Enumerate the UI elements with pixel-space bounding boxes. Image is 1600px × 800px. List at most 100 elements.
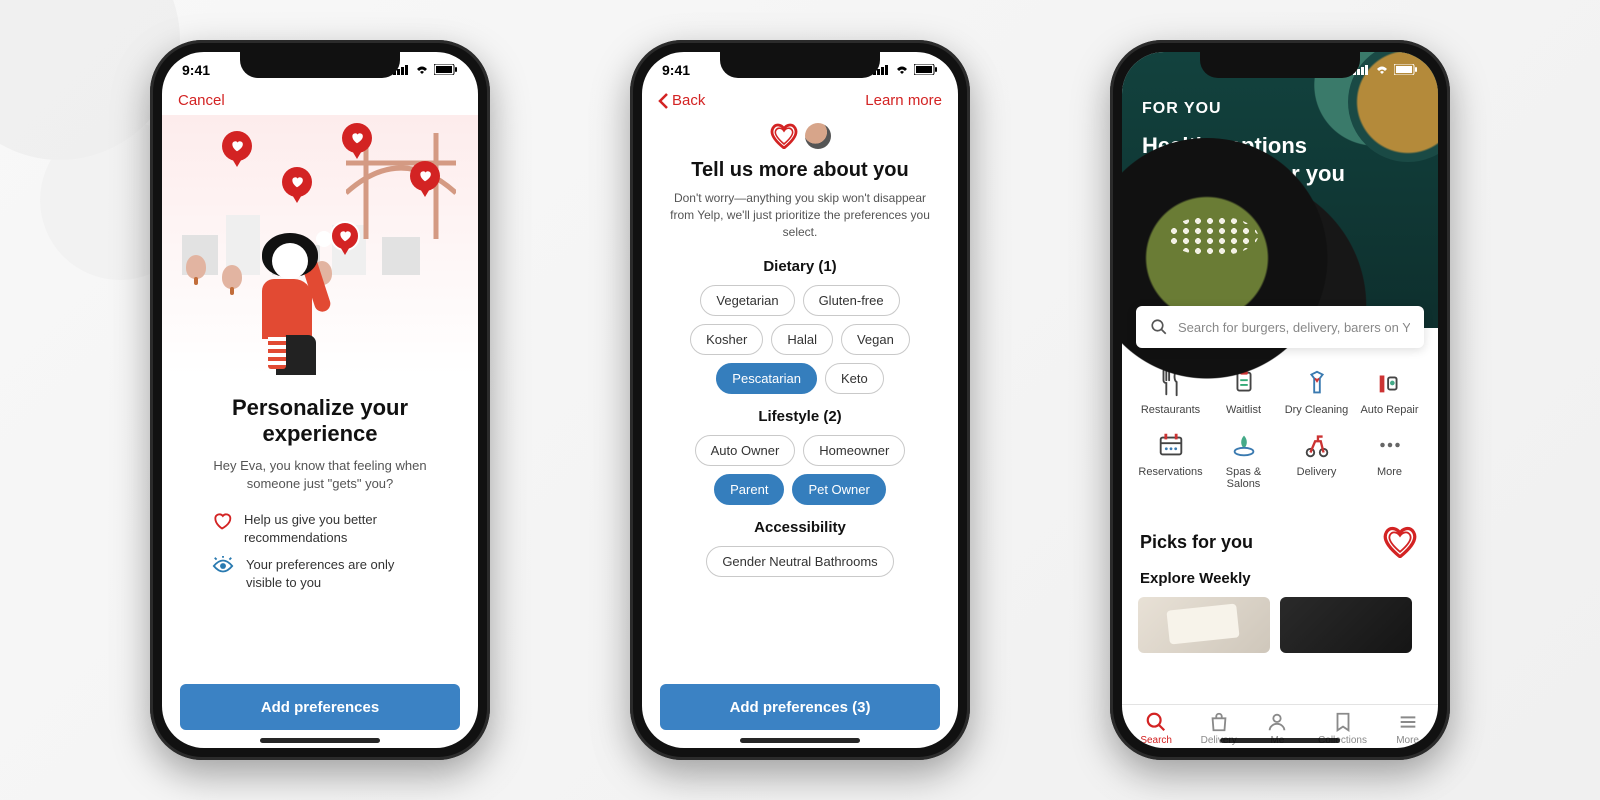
nav-bar: Back Learn more	[642, 88, 958, 115]
preference-section-label: Accessibility	[664, 519, 936, 536]
preference-chip[interactable]: Homeowner	[803, 435, 905, 466]
bookmark-icon	[1331, 711, 1355, 733]
category-item[interactable]: Delivery	[1282, 428, 1351, 490]
preference-section-label: Lifestyle (2)	[664, 408, 936, 425]
bag-icon	[1207, 711, 1231, 733]
screen-preferences: 9:41 Back Learn more Tell us more	[642, 52, 958, 748]
chip-row: Auto OwnerHomeowner Parent Pet Owner	[664, 435, 936, 505]
back-button[interactable]: Back	[658, 92, 705, 109]
preference-chip[interactable]: Kosher	[690, 324, 763, 355]
header-icons	[664, 123, 936, 149]
preference-chip[interactable]: Keto	[825, 363, 884, 394]
preference-chip[interactable]: Auto Owner	[695, 435, 796, 466]
category-label: Spas & Salons	[1209, 466, 1278, 490]
collection-card[interactable]	[1280, 597, 1412, 653]
benefit-row: Help us give you better recommendations	[212, 511, 428, 546]
preference-chip[interactable]: Vegan	[841, 324, 910, 355]
status-icons	[873, 62, 938, 78]
person-illustration	[232, 233, 352, 375]
user-icon	[1265, 711, 1289, 733]
search-input[interactable]	[1178, 320, 1410, 335]
page-subtitle: Hey Eva, you know that feeling when some…	[190, 457, 450, 493]
home-indicator[interactable]	[1220, 738, 1340, 743]
map-pin-heart-icon	[222, 131, 252, 161]
category-label: Waitlist	[1209, 404, 1278, 416]
eye-icon	[212, 556, 234, 576]
category-item[interactable]: Auto Repair	[1355, 366, 1424, 416]
notch	[720, 52, 880, 78]
battery-icon	[1394, 62, 1418, 78]
preference-section-label: Dietary (1)	[664, 258, 936, 275]
add-preferences-button[interactable]: Add preferences (3)	[660, 684, 940, 730]
explore-thumbnails	[1122, 593, 1438, 653]
category-item[interactable]: Reservations	[1136, 428, 1205, 490]
chip-row: Gender Neutral Bathrooms	[664, 546, 936, 577]
picks-heading: Picks for you	[1140, 532, 1253, 553]
preference-chip[interactable]: Pescatarian	[716, 363, 817, 394]
preference-chip[interactable]: Halal	[771, 324, 833, 355]
preference-chip[interactable]: Vegetarian	[700, 285, 794, 316]
status-time: 9:41	[182, 62, 210, 78]
page-title: Tell us more about you	[664, 159, 936, 182]
category-item[interactable]: Dry Cleaning	[1282, 366, 1351, 416]
tab-more[interactable]: More	[1396, 711, 1420, 746]
delivery-icon	[1300, 428, 1334, 462]
phone-mockup-2: 9:41 Back Learn more Tell us more	[630, 40, 970, 760]
add-preferences-button[interactable]: Add preferences	[180, 684, 460, 730]
explore-heading: Explore Weekly	[1122, 562, 1438, 593]
status-icons	[393, 62, 458, 78]
home-indicator[interactable]	[740, 738, 860, 743]
category-label: Delivery	[1282, 466, 1351, 478]
notch	[240, 52, 400, 78]
wifi-icon	[894, 62, 910, 78]
hero-banner: FOR YOU Healthy options handpicked for y…	[1122, 52, 1438, 328]
preference-chip[interactable]: Parent	[714, 474, 784, 505]
home-indicator[interactable]	[260, 738, 380, 743]
cancel-button[interactable]: Cancel	[178, 92, 225, 109]
wifi-icon	[414, 62, 430, 78]
preference-chip[interactable]: Pet Owner	[792, 474, 885, 505]
map-pin-heart-icon	[410, 161, 440, 191]
benefit-text: Your preferences are only visible to you	[246, 556, 428, 591]
collection-card[interactable]	[1138, 597, 1270, 653]
drycleaning-icon	[1300, 366, 1334, 400]
heart-logo-icon	[769, 123, 799, 149]
search-icon	[1150, 318, 1168, 336]
preference-chip[interactable]: Gender Neutral Bathrooms	[706, 546, 893, 577]
benefit-text: Help us give you better recommendations	[244, 511, 428, 546]
more-icon	[1373, 428, 1407, 462]
chip-row: Vegetarian Gluten-free Kosher Halal Vegan Pes…	[664, 285, 936, 394]
category-item[interactable]: More	[1355, 428, 1424, 490]
avatar-icon	[805, 123, 831, 149]
nav-bar: Cancel	[162, 88, 478, 115]
category-label: Auto Repair	[1355, 404, 1424, 416]
search-icon	[1144, 711, 1168, 733]
category-label: Restaurants	[1136, 404, 1205, 416]
hamburger-icon	[1396, 711, 1420, 733]
page-subtitle: Don't worry—anything you skip won't disa…	[664, 190, 936, 240]
preference-chip[interactable]: Gluten-free	[803, 285, 900, 316]
autorepair-icon	[1373, 366, 1407, 400]
wifi-icon	[1374, 62, 1390, 78]
battery-icon	[914, 62, 938, 78]
learn-more-button[interactable]: Learn more	[865, 92, 942, 109]
search-bar[interactable]	[1136, 306, 1424, 348]
tab-label: More	[1396, 735, 1420, 746]
battery-icon	[434, 62, 458, 78]
tab-search[interactable]: Search	[1140, 711, 1172, 746]
screen-personalize: 9:41 Cancel	[162, 52, 478, 748]
screen-home: FOR YOU Healthy options handpicked for y…	[1122, 52, 1438, 748]
category-label: More	[1355, 466, 1424, 478]
heart-logo-icon	[1380, 526, 1420, 558]
reservations-icon	[1154, 428, 1188, 462]
category-label: Dry Cleaning	[1282, 404, 1351, 416]
page-title: Personalize your experience	[190, 395, 450, 447]
category-item[interactable]: Spas & Salons	[1209, 428, 1278, 490]
status-icons	[1353, 62, 1418, 78]
chevron-left-icon	[658, 93, 668, 109]
status-time: 9:41	[662, 62, 690, 78]
spas-icon	[1227, 428, 1261, 462]
heart-outline-icon	[212, 511, 232, 531]
category-label: Reservations	[1136, 466, 1205, 478]
back-label: Back	[672, 92, 705, 109]
